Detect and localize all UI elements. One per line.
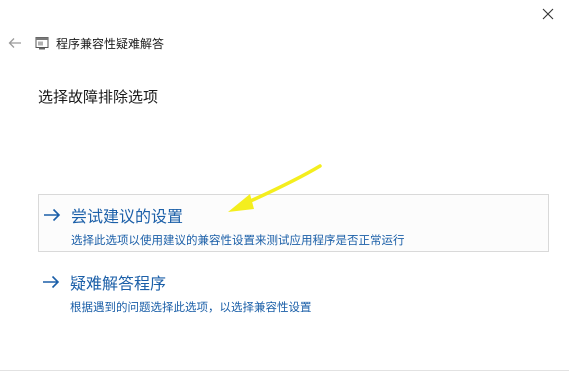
option-header: 疑难解答程序 bbox=[42, 270, 549, 294]
compatibility-troubleshooter-icon bbox=[34, 35, 50, 51]
option-title: 尝试建议的设置 bbox=[71, 207, 184, 226]
close-icon bbox=[542, 8, 554, 20]
window-title: 程序兼容性疑难解答 bbox=[56, 36, 165, 51]
option-try-recommended-settings[interactable]: 尝试建议的设置 选择此选项以使用建议的兼容性设置来测试应用程序是否正常运行 bbox=[38, 194, 549, 252]
option-header: 尝试建议的设置 bbox=[43, 203, 548, 227]
right-arrow-icon bbox=[43, 207, 63, 223]
page-title: 选择故障排除选项 bbox=[38, 88, 159, 106]
option-description: 根据遇到的问题选择此选项，以选择兼容性设置 bbox=[70, 300, 312, 314]
window-header: 程序兼容性疑难解答 bbox=[6, 33, 164, 53]
option-troubleshoot-program[interactable]: 疑难解答程序 根据遇到的问题选择此选项，以选择兼容性设置 bbox=[38, 262, 549, 314]
troubleshooter-window: 程序兼容性疑难解答 选择故障排除选项 尝试建议的设置 选择此选项以使用建议的兼容… bbox=[0, 0, 569, 371]
right-arrow-icon bbox=[42, 274, 62, 290]
option-description: 选择此选项以使用建议的兼容性设置来测试应用程序是否正常运行 bbox=[71, 233, 405, 247]
back-button[interactable] bbox=[6, 33, 24, 53]
option-title: 疑难解答程序 bbox=[70, 274, 167, 293]
close-button[interactable] bbox=[535, 4, 561, 24]
back-arrow-icon bbox=[8, 38, 21, 48]
